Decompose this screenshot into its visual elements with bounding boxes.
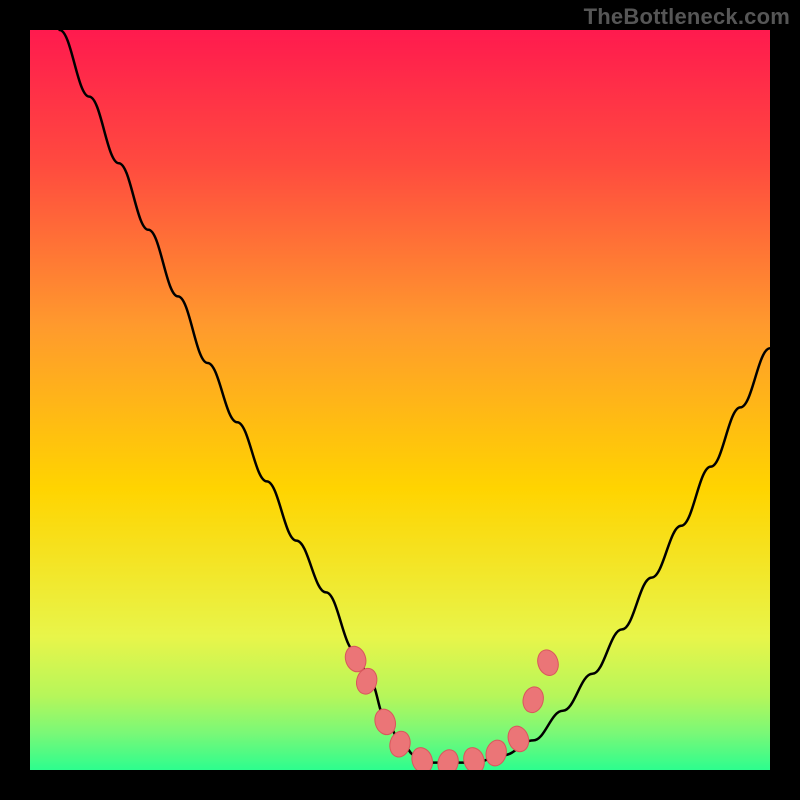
- plot-area: [30, 30, 770, 770]
- bottleneck-chart: [30, 30, 770, 770]
- gradient-background: [30, 30, 770, 770]
- chart-frame: TheBottleneck.com: [0, 0, 800, 800]
- watermark-text: TheBottleneck.com: [584, 4, 790, 30]
